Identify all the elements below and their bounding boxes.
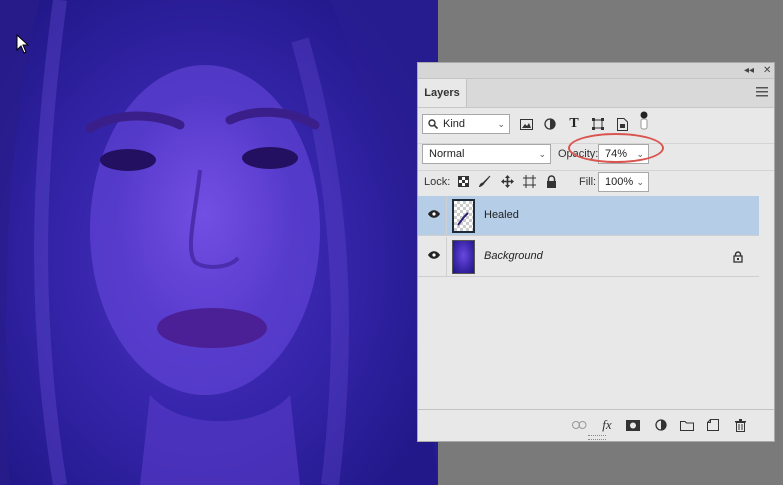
resize-grip-icon[interactable] — [588, 435, 606, 440]
layer-name-healed[interactable]: Healed — [484, 209, 519, 221]
collapse-panel-button[interactable]: ◂◂ — [744, 63, 754, 78]
layer-row-background[interactable]: Background — [418, 237, 759, 277]
visibility-divider — [446, 196, 447, 236]
shape-filter-icon[interactable] — [590, 116, 606, 132]
link-layers-icon[interactable] — [571, 417, 587, 433]
healed-stroke-icon — [457, 212, 469, 226]
layers-bottom-bar: fx — [418, 409, 774, 441]
eye-icon[interactable] — [428, 210, 440, 218]
visibility-divider — [446, 237, 447, 277]
chevron-down-icon[interactable]: ⌄ — [636, 173, 644, 191]
mouse-cursor-icon — [16, 34, 30, 54]
trash-icon[interactable] — [732, 417, 748, 433]
lock-transparency-icon[interactable] — [455, 173, 471, 189]
lock-artboard-icon[interactable] — [521, 173, 537, 189]
lock-row: Lock: Fill: 100% ⌄ — [418, 170, 774, 193]
layer-name-background[interactable]: Background — [484, 250, 543, 262]
layer-lock-icon — [733, 251, 743, 263]
layers-panel: ◂◂ ✕ Layers Kind ⌄ T Normal ⌄ Opacity: 7… — [417, 62, 775, 442]
chevron-down-icon: ⌄ — [538, 149, 546, 159]
panel-menu-icon[interactable] — [756, 87, 768, 97]
smart-object-filter-icon[interactable] — [614, 116, 630, 132]
fill-value: 100% — [605, 176, 634, 188]
adjustment-layer-icon[interactable] — [653, 417, 669, 433]
layer-thumbnail-background[interactable] — [452, 240, 475, 274]
eye-icon[interactable] — [428, 251, 440, 259]
lock-position-icon[interactable] — [499, 173, 515, 189]
add-mask-icon[interactable] — [625, 417, 641, 433]
filter-kind-value: Kind — [443, 118, 466, 130]
lock-all-icon[interactable] — [543, 173, 559, 189]
lock-image-icon[interactable] — [477, 173, 493, 189]
filter-kind-select[interactable]: Kind ⌄ — [422, 114, 510, 134]
adjustment-filter-icon[interactable] — [542, 116, 558, 132]
panel-titlebar[interactable]: ◂◂ ✕ — [418, 63, 774, 79]
layer-row-healed[interactable]: Healed — [418, 196, 759, 236]
panel-tab-row: Layers — [418, 79, 774, 108]
lock-label: Lock: — [424, 176, 451, 188]
type-filter-icon[interactable]: T — [566, 116, 582, 132]
close-panel-button[interactable]: ✕ — [763, 63, 771, 78]
filter-toggle-icon[interactable] — [636, 111, 652, 130]
document-canvas[interactable] — [0, 0, 438, 485]
fill-input[interactable]: 100% ⌄ — [598, 172, 649, 192]
fill-label: Fill: — [579, 176, 597, 188]
new-group-icon[interactable] — [679, 417, 695, 433]
blend-mode-select[interactable]: Normal ⌄ — [422, 144, 551, 164]
blend-mode-value: Normal — [429, 148, 465, 160]
image-filter-icon[interactable] — [518, 116, 534, 132]
opacity-highlight-annotation — [568, 133, 664, 163]
new-layer-icon[interactable] — [705, 417, 721, 433]
tab-layers[interactable]: Layers — [418, 79, 467, 107]
portrait-photo — [0, 0, 438, 485]
filter-row: Kind ⌄ T — [418, 111, 774, 136]
chevron-down-icon: ⌄ — [497, 119, 505, 129]
fx-icon[interactable]: fx — [599, 417, 615, 433]
search-icon — [428, 119, 438, 129]
layer-thumbnail-healed[interactable] — [452, 199, 475, 233]
